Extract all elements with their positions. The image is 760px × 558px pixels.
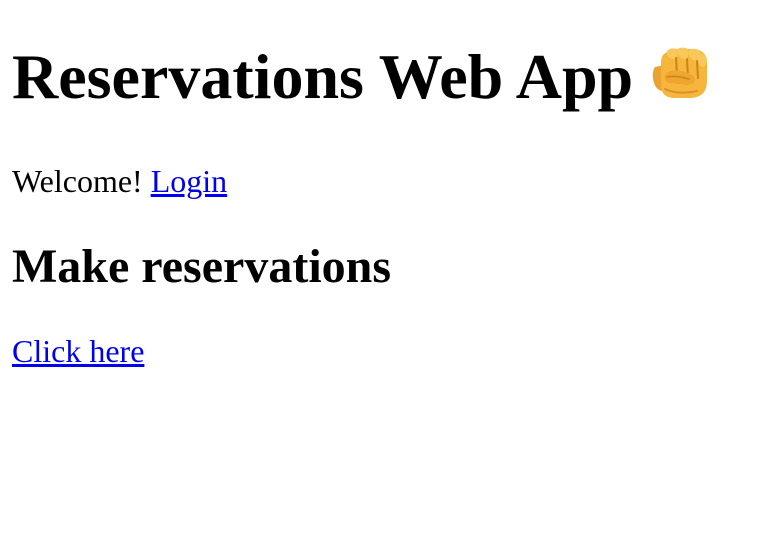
- oncoming-fist-icon: [649, 45, 711, 101]
- page-title-text: Reservations Web App: [12, 41, 634, 112]
- reservations-link-paragraph: Click here: [12, 332, 144, 370]
- welcome-text: Welcome!: [12, 163, 143, 199]
- page-title: Reservations Web App: [12, 37, 711, 117]
- page: Reservations Web App Welcome! Login Make…: [0, 0, 760, 558]
- login-link[interactable]: Login: [151, 163, 227, 199]
- make-reservations-heading: Make reservations: [12, 240, 392, 293]
- welcome-line: Welcome! Login: [12, 162, 227, 200]
- click-here-link[interactable]: Click here: [12, 333, 144, 369]
